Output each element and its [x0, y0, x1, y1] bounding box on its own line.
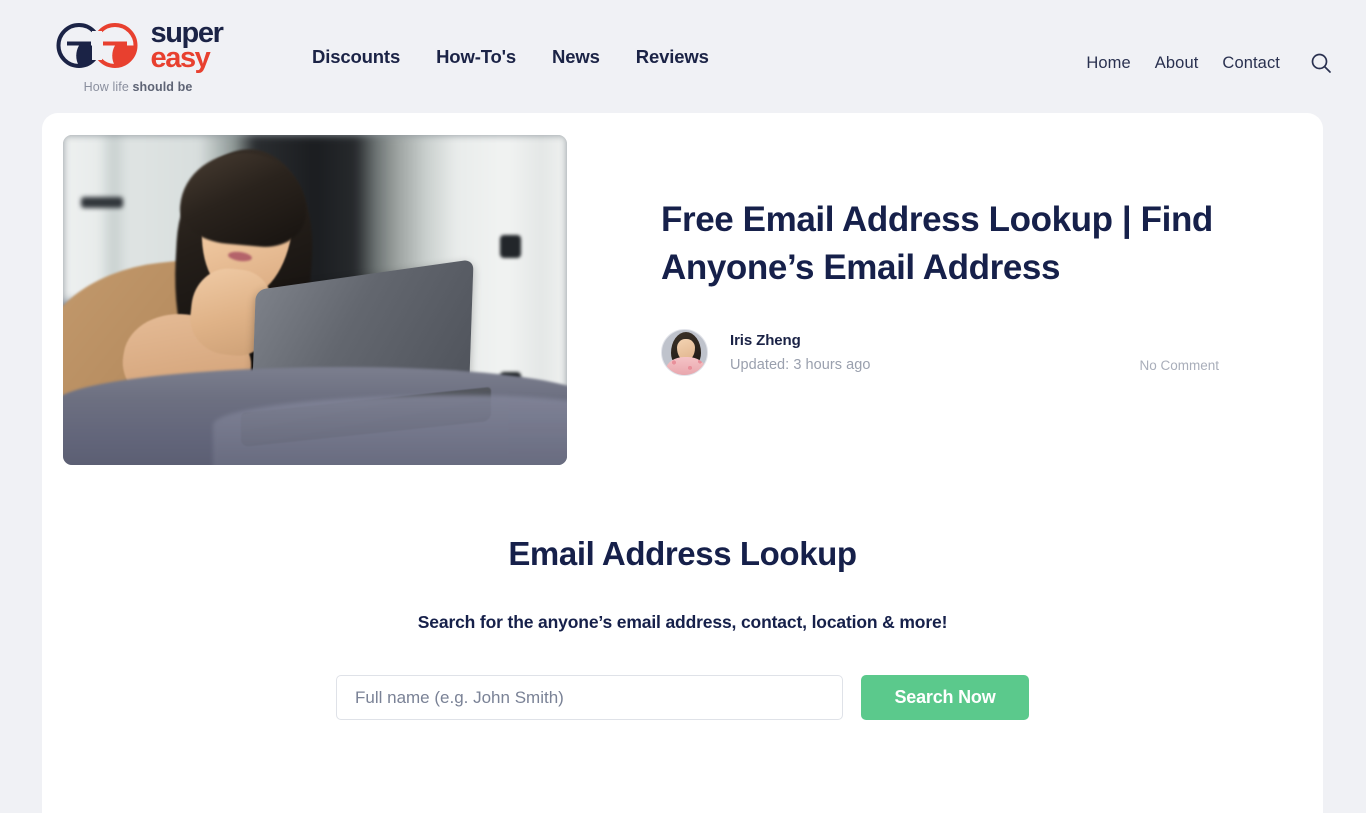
hero-section: Free Email Address Lookup | Find Anyone’…	[42, 113, 1323, 465]
search-toggle-button[interactable]	[1306, 48, 1336, 78]
byline-text: Iris Zheng Updated: 3 hours ago	[730, 332, 870, 373]
avatar[interactable]	[661, 329, 708, 377]
nav-item-news[interactable]: News	[552, 46, 600, 68]
updated-timestamp: Updated: 3 hours ago	[730, 357, 871, 374]
hero-text-column: Free Email Address Lookup | Find Anyone’…	[567, 135, 1323, 465]
nav-item-discounts[interactable]: Discounts	[312, 46, 400, 68]
nav-item-about[interactable]: About	[1155, 54, 1199, 73]
article-card: Free Email Address Lookup | Find Anyone’…	[42, 113, 1323, 813]
logo-word-easy: easy	[150, 41, 211, 74]
hero-image-bed-front	[213, 395, 567, 465]
nav-item-home[interactable]: Home	[1086, 54, 1130, 73]
hero-image-wall-square-top	[500, 235, 521, 258]
lookup-title: Email Address Lookup	[508, 535, 857, 572]
full-name-input[interactable]	[336, 675, 843, 720]
primary-navigation: Discounts How-To's News Reviews	[312, 0, 709, 68]
supereasy-logo-icon	[56, 23, 137, 69]
brand-row: super easy	[54, 19, 224, 74]
brand-logo[interactable]: super easy How life should be	[40, 0, 236, 94]
avatar-clothing	[666, 357, 706, 376]
hero-image-door-handle	[81, 197, 123, 208]
nav-item-reviews[interactable]: Reviews	[636, 46, 709, 68]
search-now-button[interactable]: Search Now	[861, 675, 1029, 720]
tagline-bold: should be	[132, 79, 193, 94]
search-icon	[1311, 53, 1331, 73]
nav-item-how-tos[interactable]: How-To's	[436, 46, 516, 68]
lookup-subtitle: Search for the anyone’s email address, c…	[417, 612, 948, 632]
comment-count[interactable]: No Comment	[1139, 358, 1219, 376]
hero-image	[63, 135, 567, 465]
secondary-navigation: Home About Contact	[1086, 0, 1336, 78]
page-title: Free Email Address Lookup | Find Anyone’…	[661, 200, 1213, 287]
author-name[interactable]: Iris Zheng	[730, 332, 870, 349]
byline: Iris Zheng Updated: 3 hours ago No Comme…	[661, 329, 1323, 377]
site-header: super easy How life should be Discounts …	[0, 0, 1366, 113]
tagline-light: How life	[83, 79, 133, 94]
logo-wordmark: super easy	[150, 19, 224, 74]
lookup-search-row: Search Now	[42, 675, 1323, 720]
lookup-section: Email Address Lookup Search for the anyo…	[42, 535, 1323, 720]
nav-item-contact[interactable]: Contact	[1222, 54, 1280, 73]
brand-tagline: How life should be	[84, 80, 193, 94]
